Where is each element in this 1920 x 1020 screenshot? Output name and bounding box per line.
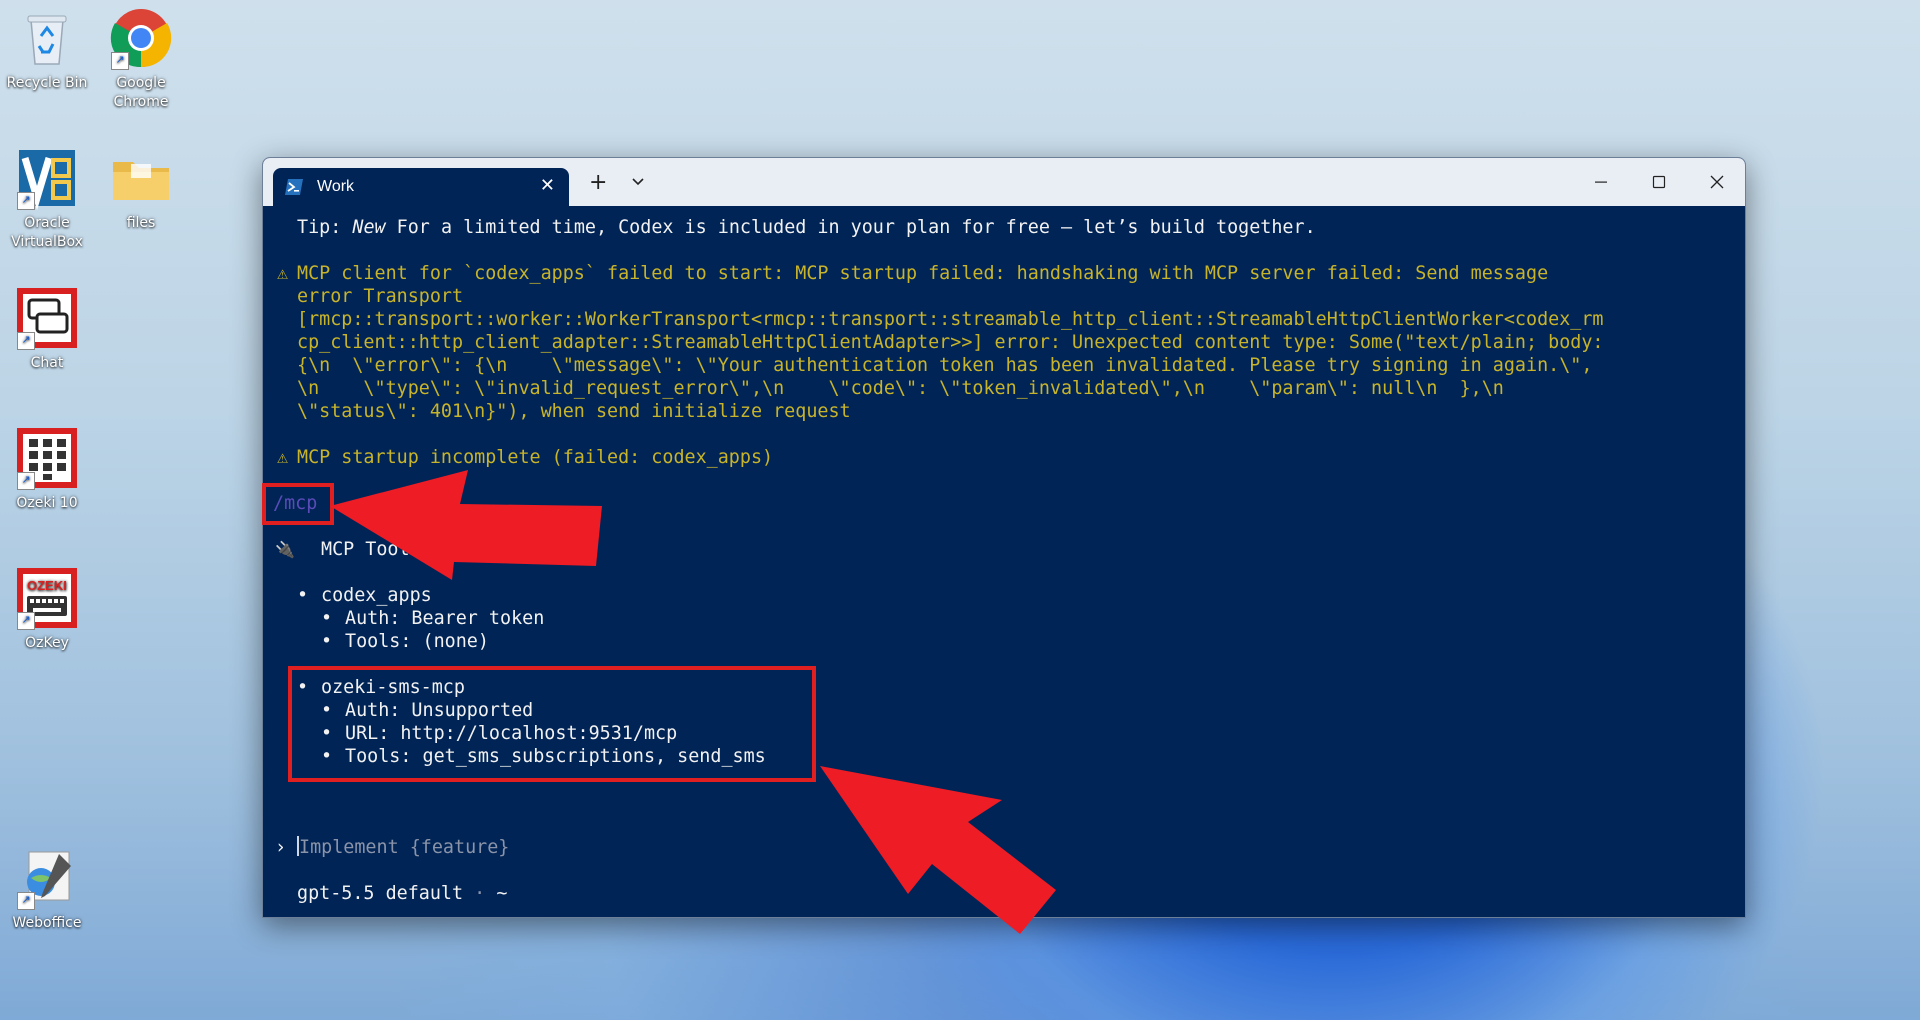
desktop-icon-label: Oracle VirtualBox (11, 215, 83, 250)
desktop-icon-recycle-bin[interactable]: Recycle Bin (0, 6, 95, 93)
error-line: error Transport (297, 286, 464, 307)
red-arrow-icon (820, 766, 1056, 934)
shortcut-arrow-icon: ↗ (17, 472, 35, 490)
error-line: cp_client::http_client_adapter::Streamab… (297, 332, 1604, 353)
minimize-icon[interactable] (1591, 172, 1611, 192)
desktop-icon-label: Recycle Bin (6, 75, 88, 91)
tab-close-icon[interactable]: ✕ (540, 177, 555, 195)
desktop-icon-weboffice[interactable]: ↗ Weboffice (0, 846, 95, 933)
error-line: [rmcp::transport::worker::WorkerTranspor… (297, 309, 1604, 330)
close-icon[interactable] (1707, 172, 1727, 192)
shortcut-arrow-icon: ↗ (17, 892, 35, 910)
desktop-icon-label: Ozeki 10 (16, 495, 78, 511)
status-line: gpt-5.5 default · ~ (297, 882, 507, 905)
tip-new: New (352, 217, 386, 238)
weboffice-icon: ↗ (15, 846, 79, 910)
desktop-icon-label: Google Chrome (113, 75, 169, 110)
bullet: • (321, 631, 333, 652)
chrome-icon: ↗ (109, 6, 173, 70)
tab-work[interactable]: Work ✕ (273, 168, 569, 206)
server-detail: Tools: (none) (345, 631, 489, 652)
powershell-icon (285, 179, 303, 195)
desktop-icon-ozkey[interactable]: OZEKI ↗ OzKey (0, 566, 95, 653)
error-line: MCP client for `codex_apps` failed to st… (297, 263, 1549, 284)
tab-title: Work (317, 178, 355, 195)
shortcut-arrow-icon: ↗ (17, 612, 35, 630)
desktop-icon-label: OzKey (25, 635, 69, 651)
desktop-icon-files[interactable]: files (93, 146, 189, 233)
window-titlebar[interactable]: Work ✕ + (263, 158, 1745, 206)
desktop-icon-chat[interactable]: ↗ Chat (0, 286, 95, 373)
red-arrow-icon (330, 470, 602, 580)
bullet: • (321, 608, 333, 629)
tip-line: Tip: New For a limited time, Codex is in… (297, 216, 1316, 239)
tip-prefix: Tip: (297, 217, 353, 238)
desktop-icon-google-chrome[interactable]: ↗ Google Chrome (93, 6, 189, 112)
recycle-bin-icon (15, 6, 79, 70)
new-tab-button[interactable]: + (589, 172, 607, 194)
bullet: • (297, 585, 309, 606)
ozkey-keyboard-icon: OZEKI ↗ (15, 566, 79, 630)
desktop-icon-label: Weboffice (12, 915, 82, 931)
desktop-icon-label: Chat (30, 355, 64, 371)
desktop-icon-oracle-virtualbox[interactable]: ↗ Oracle VirtualBox (0, 146, 95, 252)
working-directory: ~ (496, 883, 508, 904)
folder-icon (109, 146, 173, 210)
startup-incomplete-line: MCP startup incomplete (failed: codex_ap… (297, 447, 774, 468)
maximize-icon[interactable] (1649, 172, 1669, 192)
input-placeholder: Implement {feature} (299, 837, 510, 858)
svg-text:OZEKI: OZEKI (27, 578, 67, 593)
error-line: \n \"type\": \"invalid_request_error\",\… (297, 378, 1504, 399)
chat-icon: ↗ (15, 286, 79, 350)
error-line: {\n \"error\": {\n \"message\": \"Your a… (297, 355, 1593, 376)
prompt-symbol: › (275, 837, 287, 858)
shortcut-arrow-icon: ↗ (111, 52, 129, 70)
warning-icon: ⚠ (277, 263, 289, 284)
shortcut-arrow-icon: ↗ (17, 192, 35, 210)
prompt-input[interactable]: Implement {feature} (297, 836, 509, 859)
server-detail: Auth: Bearer token (345, 608, 545, 629)
status-separator: · (474, 883, 486, 904)
shortcut-arrow-icon: ↗ (17, 332, 35, 350)
tip-text: For a limited time, Codex is included in… (385, 217, 1316, 238)
highlight-ozeki-server (288, 666, 816, 782)
error-line: \"status\": 401\n}"), when send initiali… (297, 401, 851, 422)
ozeki-keypad-icon: ↗ (15, 426, 79, 490)
model-name: gpt-5.5 default (297, 883, 464, 904)
desktop-icon-label: files (126, 215, 156, 231)
plug-icon: 🔌 (275, 540, 295, 559)
virtualbox-icon: ↗ (15, 146, 79, 211)
desktop-icon-ozeki-10[interactable]: ↗ Ozeki 10 (0, 426, 95, 513)
chevron-down-icon[interactable] (631, 176, 645, 188)
warning-icon: ⚠ (277, 447, 289, 468)
